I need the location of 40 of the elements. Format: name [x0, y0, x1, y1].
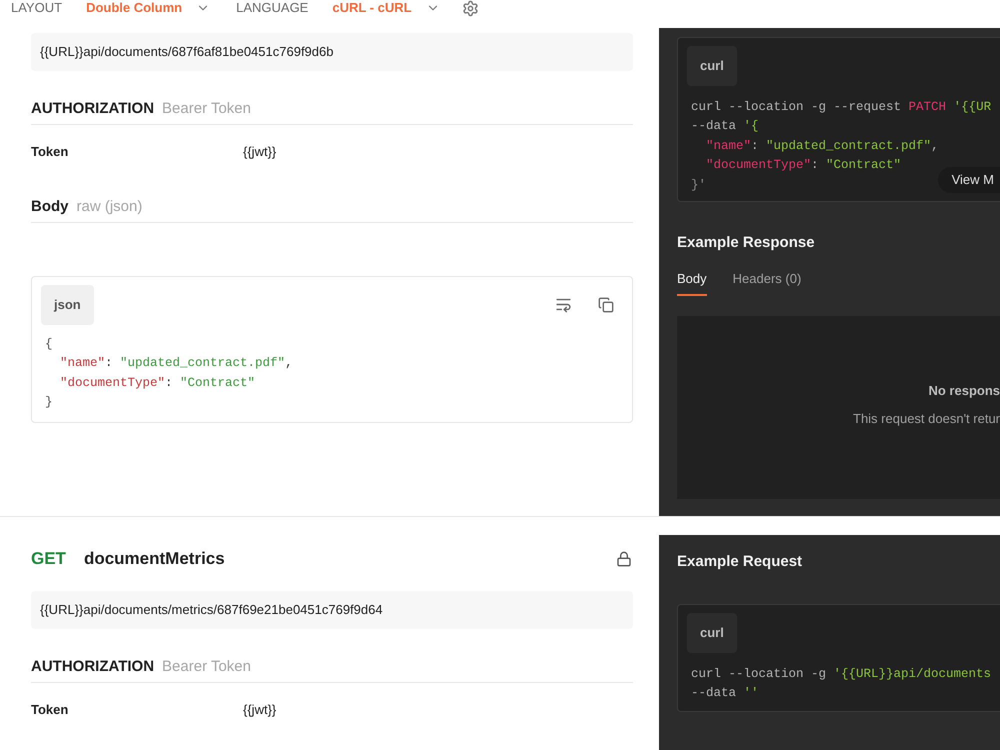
toolbar-label: LANGUAGE	[236, 0, 308, 18]
language-tab[interactable]: curl	[687, 613, 737, 652]
code-line: "name": "updated_contract.pdf",	[705, 138, 939, 154]
auth-type: Bearer Token	[162, 98, 251, 118]
request-name: documentMetrics	[84, 548, 225, 570]
view-more-button[interactable]: View M	[938, 167, 1000, 193]
url-field: {{URL}}api/documents/687f6af81be0451c769f9d6b	[31, 33, 633, 71]
response-tab[interactable]: Body	[677, 269, 707, 296]
method-label: GET	[31, 548, 66, 570]
panel-heading: Example Response	[677, 233, 816, 252]
param-key: Token	[31, 700, 243, 720]
code-line: "documentType": "Contract"	[705, 157, 902, 174]
language-tab[interactable]: curl	[687, 46, 737, 86]
code-line: "documentType": "Contract"	[59, 374, 256, 392]
url-field: {{URL}}api/documents/metrics/687f69e21be0451c769f9d64	[31, 591, 633, 629]
wrap-text-icon[interactable]	[555, 296, 572, 314]
code-line: --data '{	[691, 118, 759, 135]
code-line: "name": "updated_contract.pdf",	[59, 355, 293, 372]
code-line: }'	[691, 176, 706, 194]
section-heading: Body	[31, 196, 68, 216]
code-line: curl --location -g --request PATCH '{{UR	[691, 98, 992, 116]
settings-icon[interactable]	[462, 0, 479, 16]
code-line: curl --location -g '{{URL}}api/documents	[691, 666, 992, 682]
response-tab[interactable]: Headers (0)	[732, 269, 802, 296]
body-type: raw (json)	[76, 196, 142, 216]
code-line: {	[45, 336, 53, 352]
language-tab[interactable]: json	[41, 285, 94, 324]
param-key: Token	[31, 142, 243, 162]
auth-type: Bearer Token	[162, 656, 251, 676]
section-heading: AUTHORIZATION	[31, 656, 154, 676]
param-value: {{jwt}}	[243, 143, 276, 162]
copy-icon[interactable]	[598, 296, 614, 313]
empty-message: This request doesn't retur	[853, 410, 1000, 428]
code-line: --data ''	[691, 685, 759, 702]
param-value: {{jwt}}	[243, 701, 276, 720]
toolbar-label: LAYOUT	[11, 0, 62, 18]
section-heading: AUTHORIZATION	[31, 98, 154, 118]
panel-heading: Example Request	[677, 552, 804, 571]
code-line: }	[45, 394, 53, 411]
empty-title: No respons	[928, 382, 1000, 400]
